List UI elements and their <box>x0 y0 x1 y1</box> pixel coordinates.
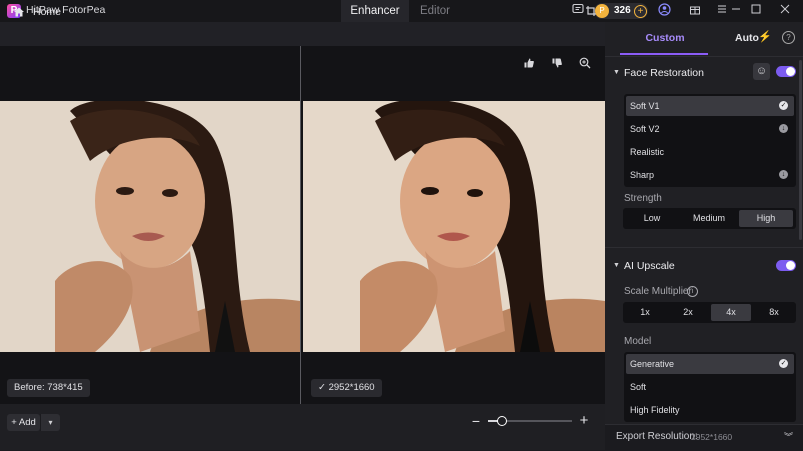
tab-custom[interactable]: Custom <box>636 32 694 44</box>
home-label[interactable]: Home <box>33 6 61 18</box>
option-label: High Fidelity <box>630 405 680 415</box>
strength-high[interactable]: High <box>739 210 793 227</box>
ai-upscale-title[interactable]: AI Upscale <box>624 260 675 272</box>
option-label: Soft <box>630 382 647 392</box>
zoom-out-button[interactable]: − <box>470 412 482 430</box>
before-image <box>0 101 300 352</box>
chevron-down-icon[interactable]: ▾ <box>40 414 60 431</box>
strength-medium[interactable]: Medium <box>682 210 736 227</box>
help-icon[interactable]: ? <box>782 31 795 44</box>
credit-count: 326 <box>614 5 631 16</box>
add-credits-icon[interactable]: + <box>634 5 647 18</box>
download-icon[interactable]: ↓ <box>779 124 788 133</box>
ai-upscale-toggle[interactable] <box>776 260 796 271</box>
before-resolution-chip: Before: 738*415 <box>7 379 90 397</box>
thumbs-up-icon[interactable] <box>522 57 536 71</box>
compare-divider[interactable] <box>300 46 301 404</box>
home-icon[interactable] <box>12 5 26 19</box>
maximize-icon[interactable] <box>748 3 764 19</box>
close-icon[interactable] <box>777 3 793 19</box>
tab-custom-underline <box>620 53 708 55</box>
chat-icon[interactable] <box>570 3 586 19</box>
face-restoration-caret-icon[interactable]: ▼ <box>613 69 620 76</box>
ai-upscale-caret-icon[interactable]: ▼ <box>613 262 620 269</box>
add-button[interactable]: + Add <box>7 414 40 431</box>
option-label: Soft V2 <box>630 124 660 134</box>
section-divider <box>605 247 803 248</box>
zoom-in-icon[interactable] <box>578 57 592 71</box>
tab-editor[interactable]: Editor <box>409 0 461 22</box>
face-model-option[interactable]: Soft V1 ✓ <box>626 96 794 116</box>
model-label: Model <box>624 336 652 347</box>
upscale-model-option[interactable]: High Fidelity <box>626 400 794 420</box>
info-icon[interactable]: i <box>687 286 698 297</box>
face-model-list: Soft V1 ✓ Soft V2 ↓ Realistic Sharp ↓ <box>624 94 796 187</box>
bottom-bar <box>0 404 605 450</box>
face-restoration-toggle[interactable] <box>776 66 796 77</box>
strength-selector: Low Medium High <box>623 208 796 229</box>
selected-check-icon: ✓ <box>779 359 788 368</box>
after-resolution-label: 2952*1660 <box>328 382 375 393</box>
after-image <box>303 101 605 352</box>
scale-selector: 1x 2x 4x 8x <box>623 302 796 323</box>
credits-badge[interactable]: P 326 + <box>594 3 648 19</box>
expand-icon[interactable]: ︾ <box>784 430 793 443</box>
panel-scrollbar[interactable] <box>799 60 802 240</box>
strength-low[interactable]: Low <box>625 210 679 227</box>
face-icon[interactable]: ☺ <box>753 63 770 80</box>
scale-2x[interactable]: 2x <box>668 304 708 321</box>
face-restoration-title[interactable]: Face Restoration <box>624 67 704 79</box>
upscale-model-option[interactable]: Soft <box>626 377 794 397</box>
face-model-option[interactable]: Soft V2 ↓ <box>626 119 794 139</box>
tab-enhancer[interactable]: Enhancer <box>341 0 409 22</box>
face-model-option[interactable]: Realistic <box>626 142 794 162</box>
export-resolution-label: Export Resolution: <box>616 431 698 442</box>
upscale-model-option[interactable]: Generative ✓ <box>626 354 794 374</box>
option-label: Generative <box>630 359 675 369</box>
check-icon: ✓ <box>318 382 326 393</box>
scale-4x[interactable]: 4x <box>711 304 751 321</box>
toolbar <box>0 22 605 46</box>
minimize-icon[interactable] <box>725 3 747 19</box>
upscale-model-list: Generative ✓ Soft High Fidelity <box>624 352 796 422</box>
zoom-in-button[interactable]: + <box>578 412 590 430</box>
lightning-icon: ⚡ <box>758 31 772 43</box>
after-resolution-chip: ✓ 2952*1660 <box>311 379 382 397</box>
gift-icon[interactable] <box>687 3 703 19</box>
download-icon[interactable]: ↓ <box>779 170 788 179</box>
panel-tabs <box>605 22 803 57</box>
option-label: Realistic <box>630 147 665 157</box>
export-resolution-value: 2952*1660 <box>691 432 733 442</box>
scale-multiplier-label: Scale Multiplier <box>624 286 692 297</box>
strength-label: Strength <box>624 193 662 204</box>
crop-icon[interactable] <box>585 5 599 19</box>
scale-1x[interactable]: 1x <box>625 304 665 321</box>
face-model-option[interactable]: Sharp ↓ <box>626 165 794 185</box>
option-label: Sharp <box>630 170 655 180</box>
option-label: Soft V1 <box>630 101 660 111</box>
scale-8x[interactable]: 8x <box>754 304 794 321</box>
user-icon[interactable] <box>656 3 672 19</box>
thumbs-down-icon[interactable] <box>550 57 564 71</box>
zoom-slider-thumb[interactable] <box>496 416 507 426</box>
tab-auto[interactable]: Auto <box>735 32 759 44</box>
selected-check-icon: ✓ <box>779 101 788 110</box>
